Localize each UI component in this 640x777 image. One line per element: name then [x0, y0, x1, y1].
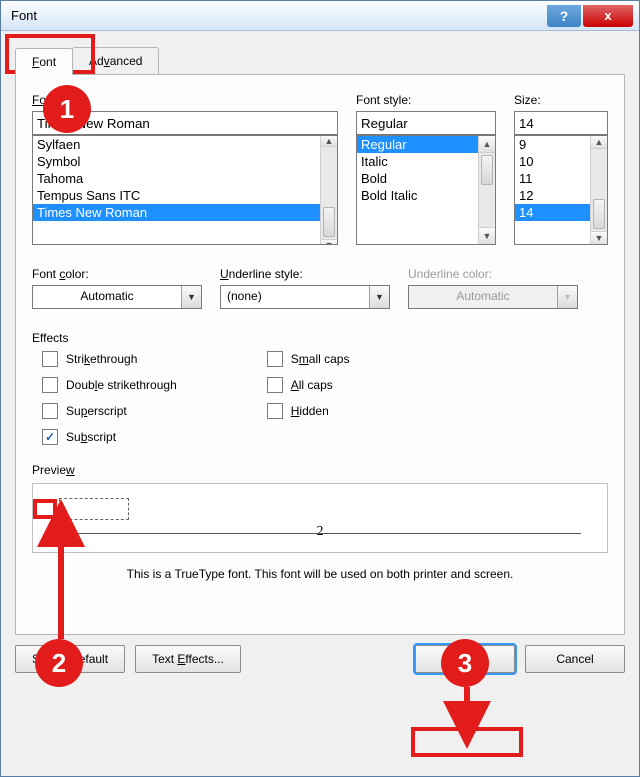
list-item[interactable]: Sylfaen: [33, 136, 320, 153]
underline-color-combo: Automatic ▼: [408, 285, 578, 309]
preview-box: 2: [32, 483, 608, 553]
font-dialog: Font ? x Font Advanced Font: Sylfaen: [0, 0, 640, 777]
checkbox-small-caps[interactable]: [267, 351, 283, 367]
checkbox-hidden[interactable]: [267, 403, 283, 419]
checkbox-double-strikethrough[interactable]: [42, 377, 58, 393]
scroll-up-icon[interactable]: ▲: [591, 136, 607, 149]
checkbox-superscript[interactable]: [42, 403, 58, 419]
close-button[interactable]: x: [583, 5, 633, 27]
titlebar: Font ? x: [1, 1, 639, 31]
list-item[interactable]: Tahoma: [33, 170, 320, 187]
list-item[interactable]: 11: [515, 170, 590, 187]
scroll-up-icon[interactable]: ▲: [321, 136, 337, 147]
style-listbox[interactable]: Regular Italic Bold Bold Italic ▲ ▼: [356, 135, 496, 245]
all-caps-label: All caps: [291, 378, 333, 392]
font-label: Font:: [32, 93, 338, 107]
scrollbar[interactable]: ▲ ▼: [590, 136, 607, 244]
footnote: This is a TrueType font. This font will …: [32, 567, 608, 581]
dialog-title: Font: [11, 8, 545, 23]
list-item[interactable]: Symbol: [33, 153, 320, 170]
underline-color-value: Automatic: [409, 286, 557, 308]
checkbox-strikethrough[interactable]: [42, 351, 58, 367]
tab-font[interactable]: Font: [15, 48, 73, 75]
font-input[interactable]: [32, 111, 338, 135]
tab-advanced-label: Advanced: [89, 54, 142, 68]
subscript-label: Subscript: [66, 430, 116, 444]
small-caps-label: Small caps: [291, 352, 350, 366]
chevron-down-icon[interactable]: ▼: [369, 286, 389, 308]
list-item[interactable]: 12: [515, 187, 590, 204]
scrollbar[interactable]: ▲ ▼: [320, 136, 337, 244]
preview-label: Preview: [32, 463, 608, 477]
underline-style-combo[interactable]: (none) ▼: [220, 285, 390, 309]
tab-font-label: Font: [32, 55, 56, 69]
size-listbox[interactable]: 9 10 11 12 14 ▲ ▼: [514, 135, 608, 245]
set-default-button[interactable]: Set As Default: [15, 645, 125, 673]
size-input[interactable]: [514, 111, 608, 135]
font-color-label: Font color:: [32, 267, 202, 281]
font-color-combo[interactable]: Automatic ▼: [32, 285, 202, 309]
style-label: Font style:: [356, 93, 496, 107]
dialog-action-row: Set As Default Text Effects... OK Cancel: [15, 645, 625, 673]
scroll-down-icon[interactable]: ▼: [321, 239, 337, 245]
font-listbox[interactable]: Sylfaen Symbol Tahoma Tempus Sans ITC Ti…: [32, 135, 338, 245]
text-effects-button[interactable]: Text Effects...: [135, 645, 241, 673]
annotation-arrow-3: [455, 683, 485, 733]
list-item[interactable]: Italic: [357, 153, 478, 170]
scrollbar[interactable]: ▲ ▼: [478, 136, 495, 244]
double-strike-label: Double strikethrough: [66, 378, 177, 392]
tab-advanced[interactable]: Advanced: [72, 47, 159, 74]
list-item[interactable]: Bold Italic: [357, 187, 478, 204]
list-item[interactable]: 14: [515, 204, 590, 221]
tab-content: Font: Sylfaen Symbol Tahoma Tempus Sans …: [15, 75, 625, 635]
ok-button[interactable]: OK: [415, 645, 515, 673]
annotation-box-3: [411, 727, 523, 757]
chevron-down-icon: ▼: [557, 286, 577, 308]
help-button[interactable]: ?: [547, 5, 581, 27]
checkbox-all-caps[interactable]: [267, 377, 283, 393]
scroll-down-icon[interactable]: ▼: [479, 227, 495, 244]
font-color-value: Automatic: [33, 286, 181, 308]
style-input[interactable]: [356, 111, 496, 135]
cancel-button[interactable]: Cancel: [525, 645, 625, 673]
effects-label: Effects: [32, 331, 608, 345]
underline-style-value: (none): [221, 286, 369, 308]
strikethrough-label: Strikethrough: [66, 352, 137, 366]
superscript-label: Superscript: [66, 404, 127, 418]
hidden-label: Hidden: [291, 404, 329, 418]
list-item[interactable]: Regular: [357, 136, 478, 153]
chevron-down-icon[interactable]: ▼: [181, 286, 201, 308]
underline-color-label: Underline color:: [408, 267, 578, 281]
scroll-down-icon[interactable]: ▼: [591, 231, 607, 244]
list-item[interactable]: 10: [515, 153, 590, 170]
list-item[interactable]: Times New Roman: [33, 204, 320, 221]
list-item[interactable]: Tempus Sans ITC: [33, 187, 320, 204]
underline-style-label: Underline style:: [220, 267, 390, 281]
checkbox-subscript[interactable]: ✓: [42, 429, 58, 445]
preview-sample: 2: [317, 524, 324, 540]
list-item[interactable]: Bold: [357, 170, 478, 187]
tab-strip: Font Advanced: [15, 47, 625, 75]
scroll-up-icon[interactable]: ▲: [479, 136, 495, 153]
list-item[interactable]: 9: [515, 136, 590, 153]
size-label: Size:: [514, 93, 608, 107]
